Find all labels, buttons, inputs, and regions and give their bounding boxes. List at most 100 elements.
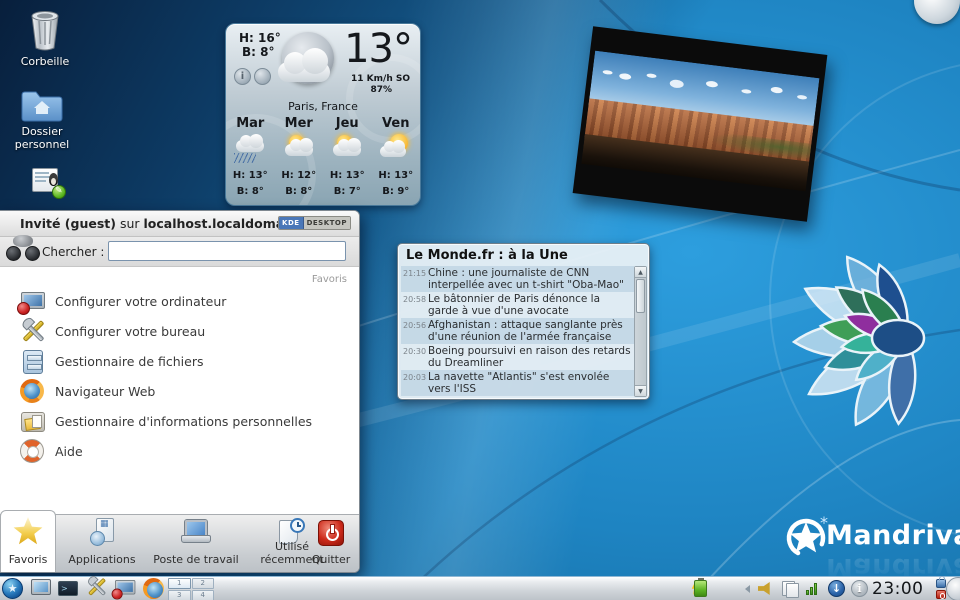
current-cloud-icon <box>302 48 328 74</box>
show-desktop-icon[interactable] <box>31 579 51 595</box>
desktop-pager[interactable]: 1 2 3 4 <box>168 578 214 600</box>
firefox-icon <box>20 379 44 403</box>
forecast-day: Mar <box>226 116 275 131</box>
forecast-high: H: 12° <box>275 169 324 183</box>
search-label: Chercher : <box>42 245 104 259</box>
forecast-low: B: 8° <box>226 185 275 199</box>
configure-desktop-launcher[interactable] <box>86 577 112 600</box>
configure-computer-launcher[interactable] <box>115 580 139 600</box>
rss-time: 20:58 <box>403 293 428 317</box>
kde-desktop-badge: KDE DESKTOP <box>278 216 351 230</box>
rss-item[interactable]: 21:15 Chine : une journaliste de CNN int… <box>401 266 634 292</box>
canyon-photo <box>581 51 819 192</box>
menu-launcher-button[interactable]: ★ <box>2 578 23 599</box>
user-name: Invité (guest) <box>20 216 116 231</box>
rss-title: Le Monde.fr : à la Une <box>406 248 568 263</box>
star-icon <box>13 517 43 546</box>
applications-icon <box>90 518 114 546</box>
firefox-launcher[interactable] <box>143 578 164 599</box>
rss-text: Le bâtonnier de Paris dénonce la garde à… <box>428 293 632 317</box>
rss-item[interactable]: 20:30 Boeing poursuivi en raison des ret… <box>401 344 634 370</box>
forecast-high: H: 13° <box>372 169 421 183</box>
terminal-icon[interactable] <box>58 581 78 596</box>
rss-widget[interactable]: Le Monde.fr : à la Une 21:15 Chine : une… <box>397 243 650 400</box>
rss-item[interactable]: 20:58 Le bâtonnier de Paris dénonce la g… <box>401 292 634 318</box>
rss-item[interactable]: 19:51 Une indépendance palestinienne, un… <box>401 396 634 397</box>
tux-icon <box>49 173 58 186</box>
updates-icon[interactable]: ↓ <box>828 580 845 597</box>
wind-speed: 11 Km/h SO <box>351 74 410 84</box>
rss-text: Afghanistan : attaque sanglante près d'u… <box>428 319 632 343</box>
notifications-info-icon[interactable]: i <box>851 580 868 597</box>
desktop-icon-home[interactable]: Dossier personnel <box>2 88 82 151</box>
photo-frame-widget[interactable] <box>573 26 828 222</box>
forecast-high-row: H: 13° H: 12° H: 13° H: 13° <box>226 169 420 183</box>
weather-info-button[interactable]: i <box>234 68 251 85</box>
leave-icon[interactable] <box>936 590 946 599</box>
forecast-days-row: Mar Mer Jeu Ven <box>226 116 420 131</box>
clipboard-icon[interactable] <box>782 581 797 596</box>
scroll-up-icon[interactable]: ▲ <box>635 267 646 278</box>
weather-map-button[interactable] <box>254 68 271 85</box>
scroll-down-icon[interactable]: ▼ <box>635 385 646 396</box>
menu-item-configure-desktop[interactable]: Configurer votre bureau <box>0 317 359 347</box>
forecast-day: Mer <box>275 116 324 131</box>
digital-clock[interactable]: 23:00 <box>872 579 924 599</box>
scrollbar-thumb[interactable] <box>636 279 645 313</box>
weather-widget[interactable]: H: 16° B: 8° i 13° 11 Km/h SO 87% Paris,… <box>225 23 421 206</box>
network-signal-icon[interactable] <box>806 583 820 595</box>
taskbar: ★ 1 2 3 4 ↓ <box>0 576 960 600</box>
pager-desktop-1[interactable]: 1 <box>168 578 191 589</box>
tab-computer[interactable]: Poste de travail <box>148 514 244 572</box>
tab-applications[interactable]: Applications <box>56 514 148 572</box>
humidity: 87% <box>370 85 392 95</box>
pager-desktop-2[interactable]: 2 <box>192 578 215 589</box>
rss-list: 21:15 Chine : une journaliste de CNN int… <box>401 266 634 397</box>
rss-text: La navette "Atlantis" s'est envolée vers… <box>428 371 632 395</box>
desktop-icon-label: Corbeille <box>5 55 85 68</box>
power-icon <box>318 520 344 546</box>
tab-leave[interactable]: Quitter <box>304 514 358 572</box>
menu-item-configure-computer[interactable]: Configurer votre ordinateur <box>0 287 359 317</box>
tab-favorites[interactable]: Favoris <box>0 510 56 572</box>
lock-screen-icon[interactable] <box>936 579 946 588</box>
forecast-low: B: 9° <box>372 185 421 199</box>
search-input[interactable] <box>108 241 346 261</box>
configure-desktop-icon <box>20 319 46 343</box>
desktop-icon-document[interactable] <box>8 168 88 196</box>
weather-high: H: 16° <box>239 31 281 45</box>
installer-document-icon <box>32 168 64 196</box>
kickoff-menu: Invité (guest) sur localhost.localdomain… <box>0 210 360 573</box>
panel-cashew-icon[interactable] <box>946 577 960 600</box>
menu-item-pim[interactable]: Gestionnaire d'informations personnelles <box>0 407 359 437</box>
rss-scrollbar[interactable]: ▲ ▼ <box>634 266 647 397</box>
menu-item-web-browser[interactable]: Navigateur Web <box>0 377 359 407</box>
rss-time: 21:15 <box>403 267 428 291</box>
desktop-badge-label: DESKTOP <box>304 217 350 229</box>
rain-cloud-icon <box>232 134 268 164</box>
rss-item[interactable]: 20:03 La navette "Atlantis" s'est envolé… <box>401 370 634 396</box>
weather-low: B: 8° <box>242 45 274 59</box>
forecast-low-row: B: 8° B: 8° B: 7° B: 9° <box>226 185 420 199</box>
pager-desktop-4[interactable]: 4 <box>192 590 215 600</box>
rss-text: Boeing poursuivi en raison des retards d… <box>428 345 632 369</box>
desktop-icon-label: Dossier personnel <box>2 125 82 151</box>
pager-desktop-3[interactable]: 3 <box>168 590 191 600</box>
mandriva-logo: * Mandriva Mandriva <box>782 512 832 568</box>
trash-icon <box>26 8 64 52</box>
battery-icon[interactable] <box>694 580 707 597</box>
search-binoculars-icon <box>6 233 40 263</box>
desktop-icon-trash[interactable]: Corbeille <box>5 8 85 68</box>
forecast-day: Ven <box>372 116 421 131</box>
title-connector: sur <box>120 216 140 231</box>
menu-tab-bar: Favoris Applications Poste de travail Ut… <box>0 514 359 572</box>
menu-search-row: Chercher : <box>0 237 359 267</box>
volume-icon[interactable] <box>758 582 773 595</box>
menu-item-help[interactable]: Aide <box>0 437 359 467</box>
rss-text: Chine : une journaliste de CNN interpell… <box>428 267 632 291</box>
sun-cloud-icon <box>281 134 317 164</box>
rss-item[interactable]: 20:56 Afghanistan : attaque sanglante pr… <box>401 318 634 344</box>
sun-cloud-icon <box>378 134 414 164</box>
tray-expander-icon[interactable] <box>745 585 750 593</box>
menu-item-file-manager[interactable]: Gestionnaire de fichiers <box>0 347 359 377</box>
